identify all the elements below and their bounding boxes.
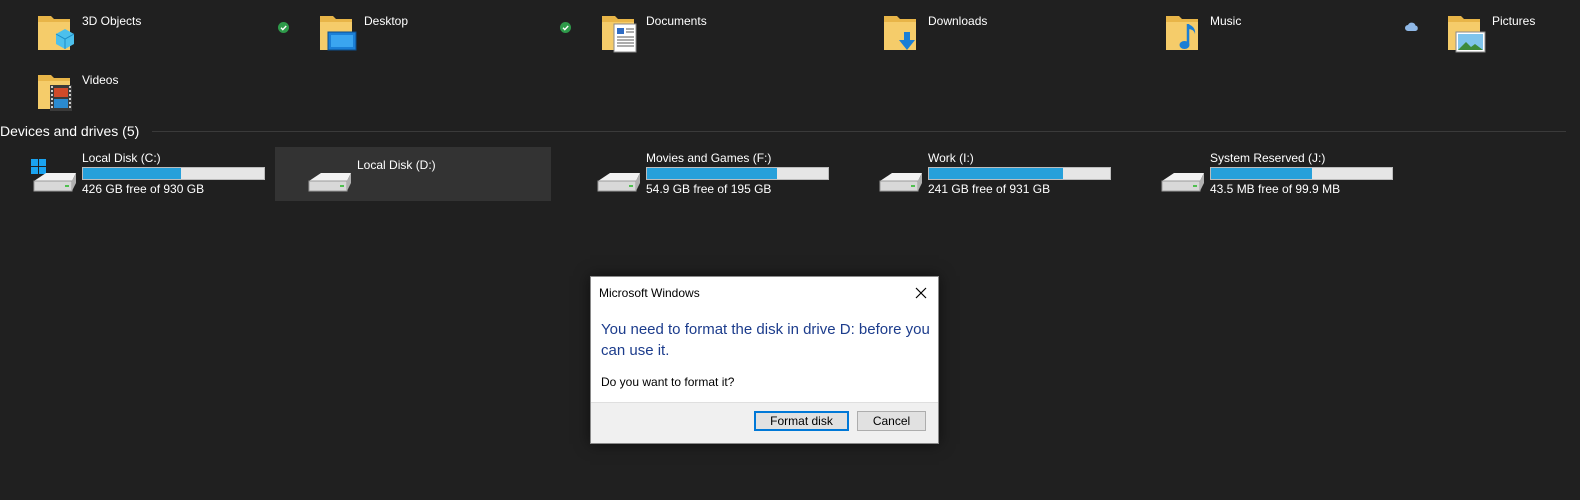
drive-icon	[1161, 173, 1204, 192]
drive-name: Work (I:)	[928, 151, 974, 165]
drive-d[interactable]: Local Disk (D:)	[275, 147, 551, 201]
drive-usage-bar	[928, 167, 1111, 180]
folder-label: Pictures	[1492, 14, 1536, 28]
dialog-footer: Format disk Cancel	[591, 402, 938, 443]
folder-videos[interactable]: Videos	[0, 61, 270, 117]
drive-free-space: 43.5 MB free of 99.9 MB	[1210, 182, 1341, 196]
drive-usage-fill	[929, 168, 1063, 179]
folder-label: Downloads	[928, 14, 988, 28]
dialog-message: You need to format the disk in drive D: …	[601, 321, 930, 359]
music-folder-icon	[1166, 16, 1198, 50]
folder-label: Desktop	[364, 14, 409, 28]
3d-objects-folder-icon	[38, 16, 75, 50]
folder-label: 3D Objects	[82, 14, 142, 28]
drive-usage-fill	[83, 168, 181, 179]
cancel-button[interactable]: Cancel	[857, 411, 926, 431]
drive-c[interactable]: Local Disk (C:) 426 GB free of 930 GB	[0, 147, 276, 201]
drive-name: System Reserved (J:)	[1210, 151, 1326, 165]
drive-free-space: 426 GB free of 930 GB	[82, 182, 205, 196]
drive-usage-fill	[647, 168, 778, 179]
drive-name: Movies and Games (F:)	[646, 151, 772, 165]
drive-j[interactable]: System Reserved (J:) 43.5 MB free of 99.…	[1128, 147, 1404, 201]
downloads-folder-icon	[884, 16, 916, 50]
drive-icon	[308, 173, 351, 192]
devices-section-header[interactable]: Devices and drives (5)	[0, 121, 1580, 143]
section-divider	[152, 131, 1566, 132]
folder-label: Music	[1210, 14, 1242, 28]
drive-name: Local Disk (C:)	[82, 151, 161, 165]
folder-desktop[interactable]: Desktop	[282, 2, 552, 58]
folder-label: Videos	[82, 73, 119, 87]
drive-i[interactable]: Work (I:) 241 GB free of 931 GB	[846, 147, 1122, 201]
drive-name: Local Disk (D:)	[357, 158, 436, 172]
drive-free-space: 241 GB free of 931 GB	[928, 182, 1051, 196]
folder-documents[interactable]: Documents	[564, 2, 834, 58]
videos-folder-icon	[38, 75, 72, 111]
system-drive-icon	[31, 159, 76, 192]
drive-usage-fill	[1211, 168, 1313, 179]
pictures-folder-icon	[1448, 16, 1486, 53]
folder-3d-objects[interactable]: 3D Objects	[0, 2, 270, 58]
desktop-folder-icon	[320, 16, 357, 51]
section-title: Devices and drives (5)	[0, 123, 140, 139]
drive-usage-bar	[646, 167, 829, 180]
drive-f[interactable]: Movies and Games (F:) 54.9 GB free of 19…	[564, 147, 840, 201]
dialog-question: Do you want to format it?	[601, 375, 735, 389]
drive-icon	[597, 173, 640, 192]
folder-label: Documents	[646, 14, 707, 28]
dialog-title: Microsoft Windows	[599, 286, 700, 300]
close-icon[interactable]	[910, 282, 932, 304]
folder-music[interactable]: Music	[1128, 2, 1398, 58]
drive-free-space: 54.9 GB free of 195 GB	[646, 182, 772, 196]
folder-downloads[interactable]: Downloads	[846, 2, 1116, 58]
drive-usage-bar	[1210, 167, 1393, 180]
documents-folder-icon	[602, 16, 637, 53]
folder-pictures[interactable]: Pictures	[1410, 2, 1580, 58]
format-disk-button[interactable]: Format disk	[754, 411, 849, 431]
format-disk-dialog: Microsoft Windows You need to format the…	[590, 276, 939, 444]
drive-usage-bar	[82, 167, 265, 180]
drive-icon	[879, 173, 922, 192]
